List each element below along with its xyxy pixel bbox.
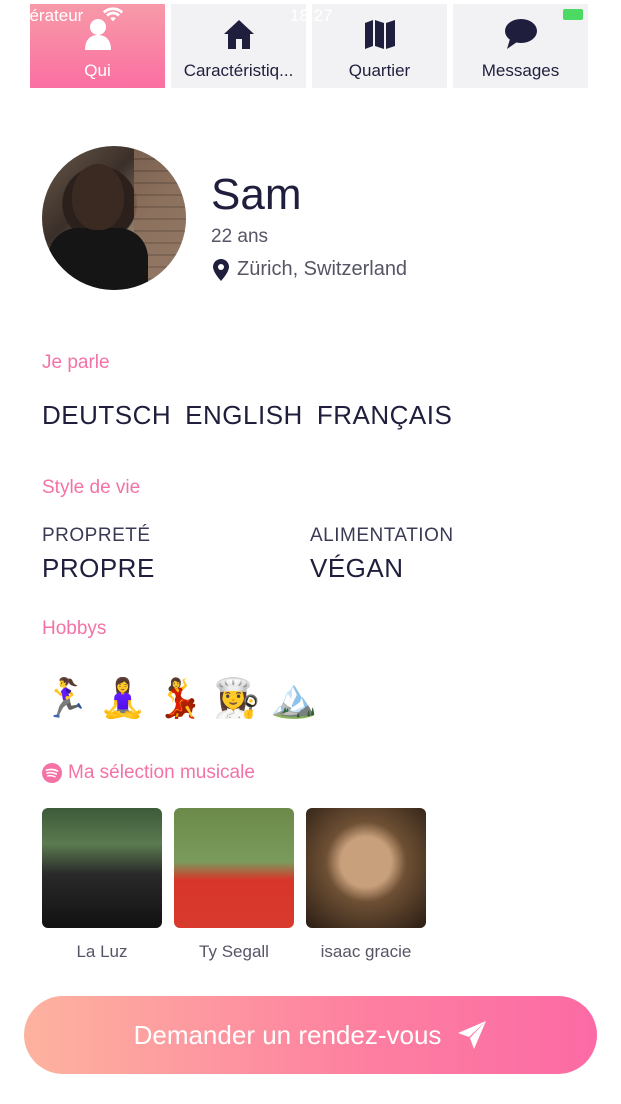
tab-label: Qui xyxy=(84,61,111,80)
profile-location: Zürich, Switzerland xyxy=(213,258,407,281)
album-cover xyxy=(174,808,294,928)
running-icon: 🏃‍♀️ xyxy=(42,678,90,720)
lifestyle-diet: ALIMENTATION VÉGAN xyxy=(310,525,454,584)
album-cover xyxy=(306,808,426,928)
tab-quartier[interactable]: Quartier xyxy=(312,4,447,88)
tab-caracteristiques[interactable]: Caractéristiq... xyxy=(171,4,306,88)
lifestyle-cleanliness: PROPRETÉ PROPRE xyxy=(42,525,155,584)
avatar xyxy=(42,146,186,290)
language-item: ENGLISH xyxy=(185,400,303,430)
tab-bar: Qui Caractéristiq... Quartier Messages xyxy=(30,4,591,88)
album-card[interactable]: La Luz xyxy=(42,808,162,962)
music-title: Ma sélection musicale xyxy=(42,762,255,784)
language-item: FRANÇAIS xyxy=(316,400,453,430)
languages-title: Je parle xyxy=(42,352,110,373)
profile-name: Sam xyxy=(211,170,302,219)
person-icon xyxy=(81,17,115,51)
profile-age: 22 ans xyxy=(211,226,269,247)
diet-value: VÉGAN xyxy=(310,553,404,583)
languages-list: DEUTSCH ENGLISH FRANÇAIS xyxy=(42,400,452,431)
chat-bubble-icon xyxy=(504,17,538,51)
hobbies-title: Hobbys xyxy=(42,618,107,639)
dancing-icon: 💃 xyxy=(156,678,204,720)
language-item: DEUTSCH xyxy=(42,400,172,430)
tab-label: Caractéristiq... xyxy=(183,61,294,80)
location-text: Zürich, Switzerland xyxy=(237,258,408,280)
diet-label: ALIMENTATION xyxy=(310,525,454,546)
album-card[interactable]: isaac gracie xyxy=(306,808,426,962)
house-icon xyxy=(222,17,256,51)
tab-label: Messages xyxy=(481,61,560,80)
album-name: La Luz xyxy=(76,942,128,961)
tab-qui[interactable]: Qui xyxy=(30,4,165,88)
request-date-label: Demander un rendez-vous xyxy=(133,1019,442,1050)
spotify-icon xyxy=(42,763,62,783)
hobbies-list: 🏃‍♀️ 🧘‍♀️ 💃 👩‍🍳 🏔️ xyxy=(42,676,318,722)
mountain-icon: 🏔️ xyxy=(270,678,318,720)
albums-list: La Luz Ty Segall isaac gracie xyxy=(42,808,426,962)
send-icon xyxy=(458,1021,487,1049)
cleanliness-label: PROPRETÉ xyxy=(42,525,151,546)
location-pin-icon xyxy=(213,258,229,281)
album-name: Ty Segall xyxy=(199,942,269,961)
tab-messages[interactable]: Messages xyxy=(453,4,588,88)
album-cover xyxy=(42,808,162,928)
lifestyle-title: Style de vie xyxy=(42,477,141,498)
tab-label: Quartier xyxy=(348,61,411,80)
map-icon xyxy=(363,17,397,51)
yoga-icon: 🧘‍♀️ xyxy=(99,678,147,720)
request-date-button[interactable]: Demander un rendez-vous xyxy=(24,996,597,1074)
cleanliness-value: PROPRE xyxy=(42,553,155,583)
music-title-text: Ma sélection musicale xyxy=(68,762,255,783)
album-card[interactable]: Ty Segall xyxy=(174,808,294,962)
cooking-icon: 👩‍🍳 xyxy=(213,678,261,720)
album-name: isaac gracie xyxy=(320,942,412,961)
